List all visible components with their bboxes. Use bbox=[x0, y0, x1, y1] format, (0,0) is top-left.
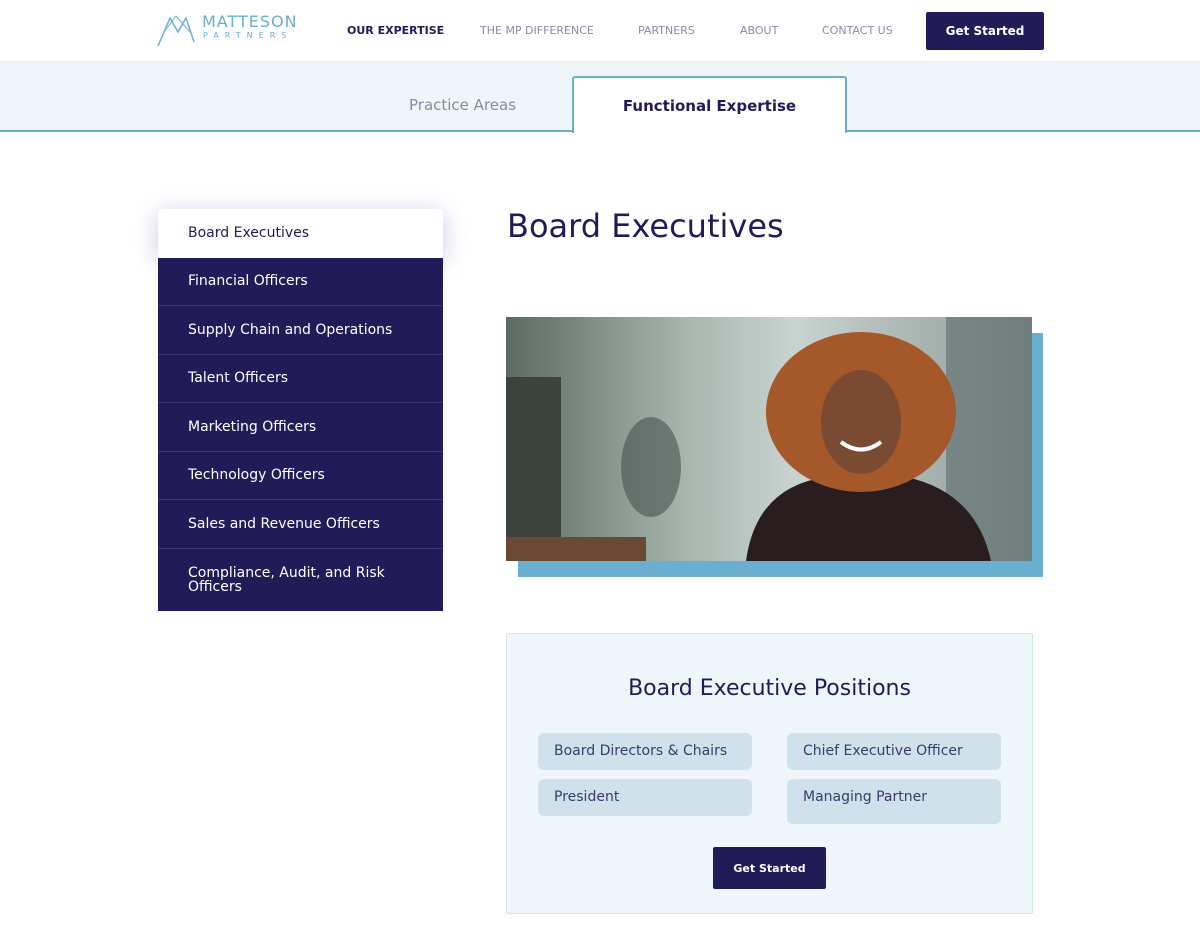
sidebar-item-compliance-audit-risk[interactable]: Compliance, Audit, and Risk Officers bbox=[158, 548, 443, 611]
positions-heading: Board Executive Positions bbox=[628, 676, 911, 701]
woman-smiling-photo-icon bbox=[506, 317, 1032, 561]
function-sidebar: Board Executives Financial Officers Supp… bbox=[158, 209, 443, 611]
tab-functional-expertise[interactable]: Functional Expertise bbox=[572, 76, 847, 133]
sidebar-item-financial-officers[interactable]: Financial Officers bbox=[158, 257, 443, 306]
header-get-started-button[interactable]: Get Started bbox=[926, 12, 1044, 50]
nav-mp-difference[interactable]: THE MP DIFFERENCE bbox=[480, 24, 594, 37]
hero-photo bbox=[506, 317, 1032, 561]
sidebar-item-supply-chain[interactable]: Supply Chain and Operations bbox=[158, 306, 443, 355]
nav-our-expertise[interactable]: OUR EXPERTISE bbox=[347, 24, 444, 37]
tab-practice-areas[interactable]: Practice Areas bbox=[409, 96, 516, 114]
sidebar-item-board-executives[interactable]: Board Executives bbox=[158, 209, 443, 258]
logo-subname: PARTNERS bbox=[203, 31, 293, 40]
position-ceo: Chief Executive Officer bbox=[787, 733, 1001, 770]
nav-partners[interactable]: PARTNERS bbox=[638, 24, 695, 37]
sidebar-item-marketing-officers[interactable]: Marketing Officers bbox=[158, 403, 443, 452]
positions-get-started-button[interactable]: Get Started bbox=[713, 847, 826, 889]
logo-name: MATTESON bbox=[202, 12, 298, 31]
positions-panel: Board Executive Positions Board Director… bbox=[506, 633, 1033, 914]
nav-about[interactable]: ABOUT bbox=[740, 24, 778, 37]
sidebar-item-talent-officers[interactable]: Talent Officers bbox=[158, 354, 443, 403]
position-president: President bbox=[538, 779, 752, 816]
sidebar-item-sales-revenue-officers[interactable]: Sales and Revenue Officers bbox=[158, 500, 443, 549]
site-header: MATTESON PARTNERS OUR EXPERTISE THE MP D… bbox=[0, 0, 1200, 62]
position-board-directors: Board Directors & Chairs bbox=[538, 733, 752, 770]
position-managing-partner: Managing Partner bbox=[787, 779, 1001, 824]
nav-contact-us[interactable]: CONTACT US bbox=[822, 24, 893, 37]
page-title: Board Executives bbox=[507, 207, 784, 245]
sidebar-item-technology-officers[interactable]: Technology Officers bbox=[158, 451, 443, 500]
